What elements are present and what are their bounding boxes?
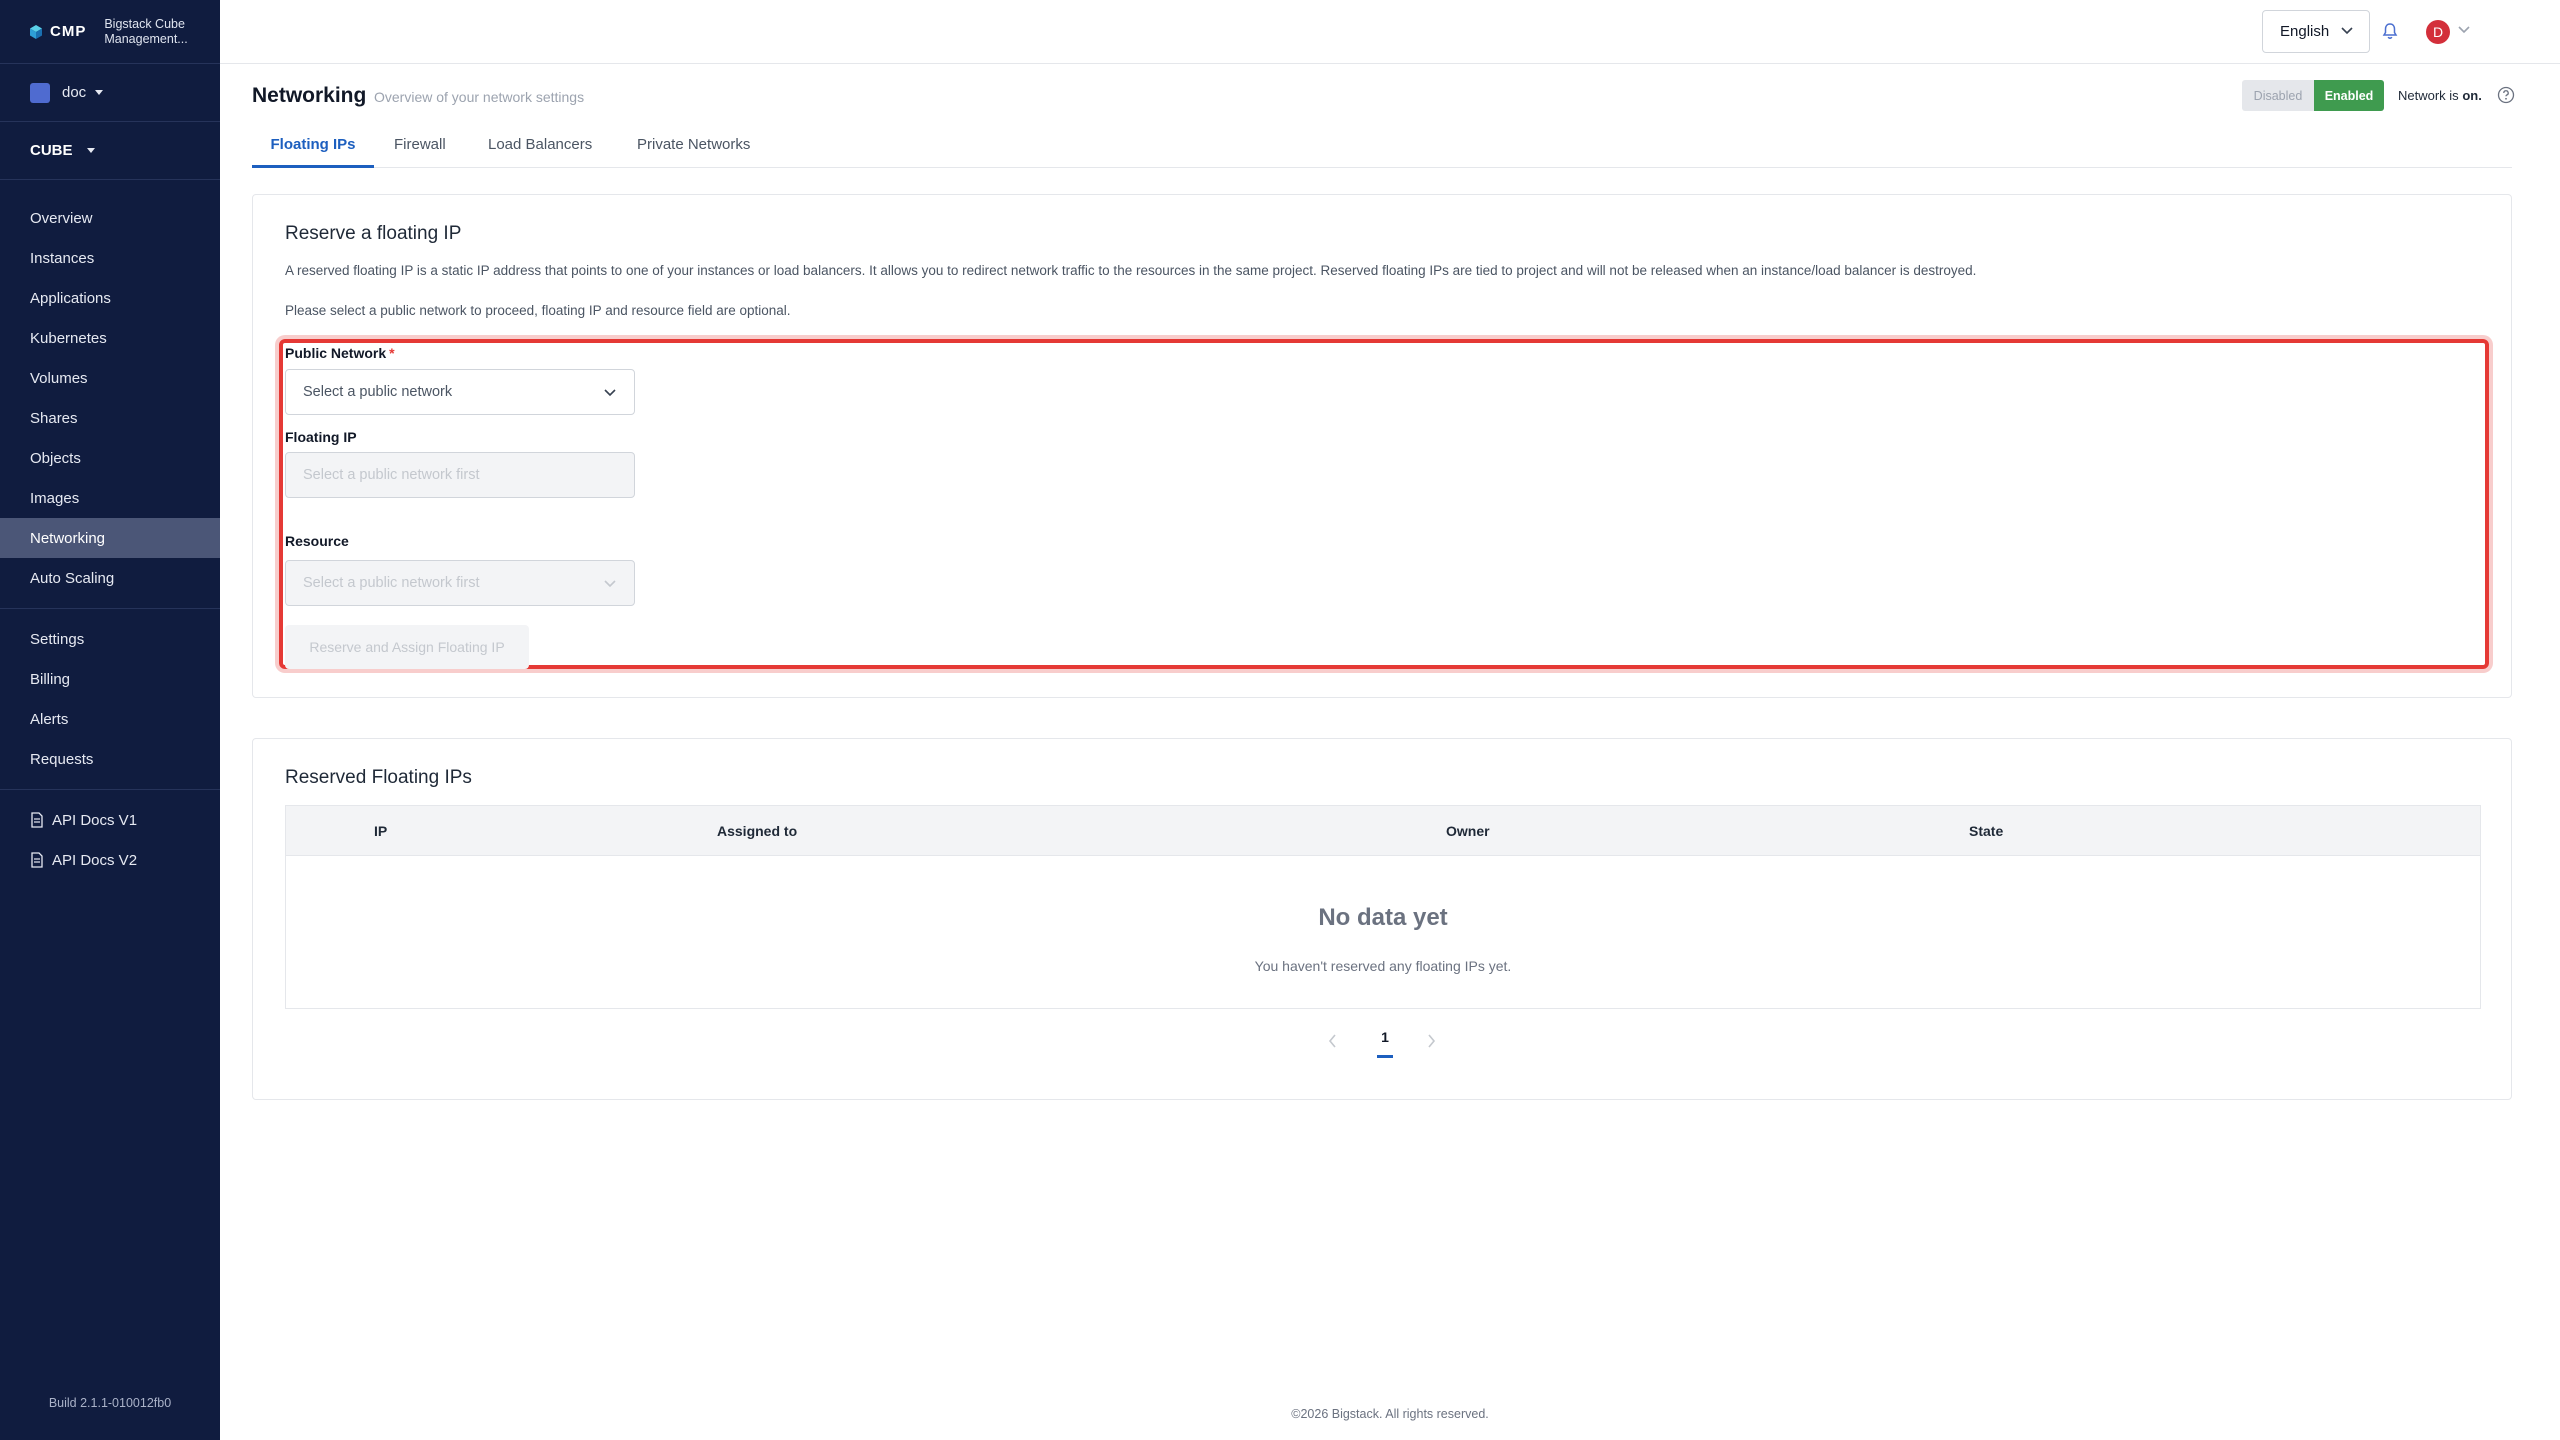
- column-header-ip[interactable]: IP: [374, 823, 387, 839]
- required-mark: *: [389, 345, 395, 361]
- sidebar-item-auto-scaling[interactable]: Auto Scaling: [0, 558, 220, 598]
- chevron-right-icon[interactable]: [1425, 1033, 1437, 1049]
- reserved-title: Reserved Floating IPs: [285, 767, 472, 788]
- public-network-label: Public Network *: [285, 345, 395, 361]
- resource-label: Resource: [285, 533, 349, 549]
- avatar[interactable]: D: [2426, 20, 2450, 44]
- sidebar-item-images[interactable]: Images: [0, 478, 220, 518]
- document-icon: [31, 852, 43, 868]
- sidebar-divider: [0, 789, 220, 790]
- sidebar-item-requests[interactable]: Requests: [0, 739, 220, 779]
- document-icon: [31, 812, 43, 828]
- brand[interactable]: CMP Bigstack Cube Management...: [0, 0, 220, 64]
- reserved-floating-ips-card: Reserved Floating IPs IP Assigned to Own…: [252, 738, 2512, 1100]
- sidebar-divider: [0, 608, 220, 609]
- page-title: Networking: [252, 84, 367, 107]
- help-icon[interactable]: [2497, 86, 2515, 104]
- caret-down-icon: [95, 90, 104, 95]
- reserve-title: Reserve a floating IP: [285, 223, 462, 244]
- tab-firewall[interactable]: Firewall: [394, 130, 446, 168]
- public-network-placeholder: Select a public network: [303, 384, 453, 400]
- network-status-prefix: Network is: [2398, 88, 2459, 103]
- sidebar-nav: Overview Instances Applications Kubernet…: [0, 180, 220, 880]
- project-selector[interactable]: doc: [0, 64, 220, 122]
- empty-state-title: No data yet: [1318, 904, 1448, 931]
- column-header-state[interactable]: State: [1969, 823, 2003, 839]
- chevron-down-icon: [604, 580, 616, 588]
- pagination: 1: [253, 1029, 2511, 1069]
- page-subtitle: Overview of your network settings: [374, 89, 585, 105]
- tab-bar: Floating IPs Firewall Load Balancers Pri…: [252, 130, 2512, 168]
- tab-private-networks[interactable]: Private Networks: [637, 130, 750, 168]
- toggle-disabled-option[interactable]: Disabled: [2242, 80, 2314, 111]
- public-network-label-text: Public Network: [285, 345, 387, 361]
- project-icon: [30, 82, 50, 103]
- sidebar-item-objects[interactable]: Objects: [0, 438, 220, 478]
- chevron-down-icon: [2341, 27, 2353, 35]
- footer-copyright: ©2026 Bigstack. All rights reserved.: [1291, 1407, 1489, 1421]
- empty-state-message: You haven't reserved any floating IPs ye…: [1254, 958, 1512, 974]
- reserve-note: Please select a public network to procee…: [285, 303, 791, 318]
- resource-select[interactable]: Select a public network first: [285, 560, 635, 606]
- sidebar-item-kubernetes[interactable]: Kubernetes: [0, 318, 220, 358]
- floating-ip-placeholder: Select a public network first: [303, 467, 480, 483]
- toggle-enabled-option[interactable]: Enabled: [2314, 80, 2384, 111]
- build-version: Build 2.1.1-010012fb0: [48, 1396, 172, 1410]
- floating-ip-input[interactable]: Select a public network first: [285, 452, 635, 498]
- bell-icon[interactable]: [2381, 22, 2399, 40]
- sidebar-item-alerts[interactable]: Alerts: [0, 699, 220, 739]
- chevron-left-icon[interactable]: [1327, 1033, 1339, 1049]
- region-selector[interactable]: CUBE: [0, 122, 220, 180]
- tab-floating-ips[interactable]: Floating IPs: [252, 130, 374, 168]
- api-docs-v2-label: API Docs V2: [52, 851, 138, 869]
- pagination-page-1[interactable]: 1: [1377, 1029, 1393, 1058]
- topbar: [220, 0, 2560, 64]
- sidebar-item-api-docs-v1[interactable]: API Docs V1: [0, 800, 220, 840]
- sidebar-item-overview[interactable]: Overview: [0, 198, 220, 238]
- network-status-value: on.: [2462, 88, 2482, 103]
- cube-logo-icon: [30, 24, 42, 39]
- sidebar-item-settings[interactable]: Settings: [0, 619, 220, 659]
- sidebar-item-volumes[interactable]: Volumes: [0, 358, 220, 398]
- sidebar-item-applications[interactable]: Applications: [0, 278, 220, 318]
- api-docs-v1-label: API Docs V1: [52, 811, 138, 829]
- reserve-floating-ip-card: Reserve a floating IP A reserved floatin…: [252, 194, 2512, 698]
- column-header-assigned-to[interactable]: Assigned to: [717, 823, 797, 839]
- sidebar-item-shares[interactable]: Shares: [0, 398, 220, 438]
- network-status: Network is on.: [2398, 88, 2482, 103]
- floating-ip-label: Floating IP: [285, 429, 357, 445]
- reserved-ips-table: IP Assigned to Owner State No data yet Y…: [285, 805, 2481, 1009]
- reserve-description: A reserved floating IP is a static IP ad…: [285, 263, 1977, 278]
- caret-down-icon: [86, 148, 95, 153]
- network-toggle[interactable]: Disabled Enabled: [2242, 80, 2384, 111]
- table-header: IP Assigned to Owner State: [286, 806, 2480, 856]
- brand-title-line1: Bigstack Cube: [104, 16, 185, 31]
- language-select[interactable]: English: [2262, 10, 2370, 53]
- sidebar: CMP Bigstack Cube Management... doc CUBE…: [0, 0, 220, 1440]
- brand-logo-text: CMP: [50, 23, 87, 40]
- region-name: CUBE: [30, 142, 73, 159]
- reserve-assign-button[interactable]: Reserve and Assign Floating IP: [285, 625, 529, 669]
- public-network-select[interactable]: Select a public network: [285, 369, 635, 415]
- brand-title-line2: Management...: [104, 31, 188, 46]
- project-name: doc: [62, 84, 87, 101]
- sidebar-item-instances[interactable]: Instances: [0, 238, 220, 278]
- sidebar-item-networking[interactable]: Networking: [0, 518, 220, 558]
- language-value: English: [2280, 23, 2330, 40]
- resource-placeholder: Select a public network first: [303, 575, 480, 591]
- chevron-down-icon[interactable]: [2458, 26, 2470, 34]
- sidebar-item-api-docs-v2[interactable]: API Docs V2: [0, 840, 220, 880]
- brand-title: Bigstack Cube Management...: [104, 17, 187, 47]
- chevron-down-icon: [604, 389, 616, 397]
- tab-load-balancers[interactable]: Load Balancers: [488, 130, 592, 168]
- sidebar-item-billing[interactable]: Billing: [0, 659, 220, 699]
- column-header-owner[interactable]: Owner: [1446, 823, 1490, 839]
